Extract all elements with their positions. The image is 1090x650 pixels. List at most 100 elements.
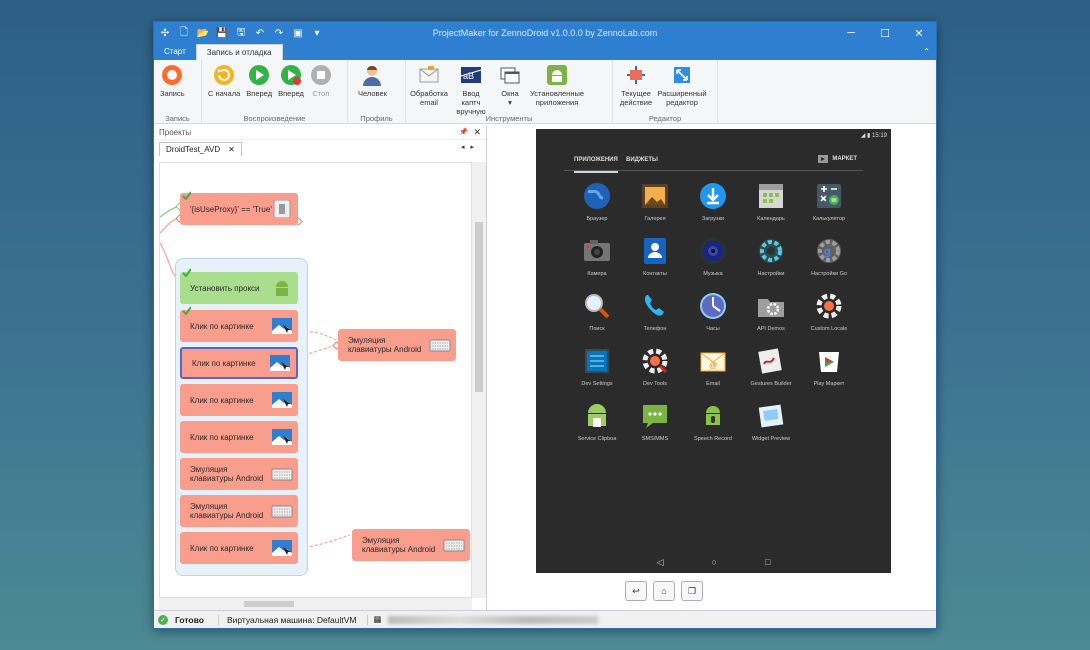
back-icon[interactable]: ◁: [657, 557, 664, 569]
app-settings[interactable]: Настройки: [742, 236, 800, 277]
vertical-scrollbar[interactable]: [472, 162, 486, 598]
tab-widgets[interactable]: ВИДЖЕТЫ: [626, 157, 658, 163]
scroll-thumb[interactable]: [475, 222, 483, 392]
device-time: 15:19: [871, 133, 887, 139]
app-label: Настройки: [757, 271, 785, 277]
app-phone[interactable]: Телефон: [626, 291, 684, 332]
app-music[interactable]: Музыка: [684, 236, 742, 277]
pin-icon[interactable]: 📌: [459, 128, 468, 136]
app-google-settings[interactable]: g Настройки Go: [800, 236, 858, 277]
undo-icon[interactable]: ↶: [252, 25, 268, 41]
app-sms[interactable]: SMS/MMS: [626, 401, 684, 442]
app-label: Телефон: [643, 326, 667, 332]
app-clock[interactable]: Часы: [684, 291, 742, 332]
horizontal-scrollbar[interactable]: [159, 598, 472, 610]
android-icon: [276, 281, 288, 296]
keyboard-emulation-action[interactable]: Эмуляция клавиатуры Android: [180, 458, 298, 490]
app-contacts[interactable]: Контакты: [626, 236, 684, 277]
dev-tools-icon: [640, 346, 670, 376]
click-image-action[interactable]: Клик по картинке: [180, 421, 298, 453]
app-camera[interactable]: Камера: [568, 236, 626, 277]
redo-icon[interactable]: ↷: [271, 25, 287, 41]
app-download[interactable]: Загрузки: [684, 181, 742, 222]
hw-home-icon[interactable]: ⌂: [653, 581, 675, 601]
tab-start[interactable]: Старт: [154, 44, 196, 60]
android-apps-icon: [546, 64, 568, 86]
maximize-button[interactable]: ☐: [868, 22, 902, 44]
app-dev-tools[interactable]: Dev Tools: [626, 346, 684, 387]
android-screen[interactable]: ◢ ▮ 15:19 ПРИЛОЖЕНИЯ ВИДЖЕТЫ МАРКЕТ Брау…: [536, 129, 891, 573]
new-file-icon[interactable]: 🗋: [176, 25, 192, 41]
app-logo-icon[interactable]: ✣: [157, 25, 173, 41]
click-image-action[interactable]: Клик по картинке: [180, 384, 298, 416]
app-play-store[interactable]: Play Маркет: [800, 346, 858, 387]
app-gallery[interactable]: Галерея: [626, 181, 684, 222]
keyboard-emulation-action[interactable]: Эмуляция клавиатуры Android: [180, 495, 298, 527]
scroll-thumb[interactable]: [244, 601, 294, 607]
expand-editor-icon: [671, 64, 693, 86]
app-calendar[interactable]: Календарь: [742, 181, 800, 222]
app-android-clipboard[interactable]: Service Clipboa: [568, 401, 626, 442]
window-icon[interactable]: ▣: [290, 25, 306, 41]
keyboard-icon: [271, 505, 293, 518]
keyboard-emulation-action[interactable]: Эмуляция клавиатуры Android: [338, 329, 456, 361]
app-label: SMS/MMS: [641, 436, 669, 442]
market-button[interactable]: МАРКЕТ: [818, 154, 857, 163]
tab-apps[interactable]: ПРИЛОЖЕНИЯ: [574, 157, 618, 173]
device-pane: ◢ ▮ 15:19 ПРИЛОЖЕНИЯ ВИДЖЕТЫ МАРКЕТ Брау…: [489, 126, 936, 610]
camera-icon: [582, 236, 612, 266]
group-tools: Обработка email aB Ввод каптч вручную Ок…: [406, 60, 613, 124]
image-click-icon: [272, 318, 292, 334]
close-pane-icon[interactable]: ✕: [473, 127, 481, 138]
group-record: Запись Запись: [154, 60, 202, 124]
app-dev-settings[interactable]: Dev Settings: [568, 346, 626, 387]
save-all-icon[interactable]: 🖫: [233, 25, 249, 41]
svg-text:g: g: [824, 246, 831, 258]
close-button[interactable]: ✕: [902, 22, 936, 44]
close-tab-icon[interactable]: ✕: [228, 145, 235, 154]
checkmark-icon: [182, 268, 191, 277]
app-window: ✣ 🗋 📂 💾 🖫 ↶ ↷ ▣ ▾ ProjectMaker for Zenno…: [153, 21, 937, 629]
condition-action[interactable]: '{isUseProxy}' == 'True': [180, 193, 298, 225]
app-search[interactable]: Поиск: [568, 291, 626, 332]
click-image-action[interactable]: Клик по картинке: [180, 532, 298, 564]
customize-toolbar-icon[interactable]: ▾: [309, 25, 325, 41]
projects-pane-title: Проекты: [159, 128, 192, 137]
tab-scroll-arrows[interactable]: ◂▸: [461, 143, 480, 151]
keyboard-icon: [271, 468, 293, 481]
click-image-action-selected[interactable]: Клик по картинке: [180, 347, 298, 379]
play-icon: [248, 64, 270, 86]
app-android-mic[interactable]: Speech Record: [684, 401, 742, 442]
action-group-container: [175, 258, 308, 576]
hw-back-icon[interactable]: ↩: [625, 581, 647, 601]
image-click-icon: [272, 429, 292, 445]
app-widget-preview[interactable]: Widget Preview: [742, 401, 800, 442]
app-email[interactable]: @ Email: [684, 346, 742, 387]
stop-icon: [310, 64, 332, 86]
group-profile: Человек Профиль: [348, 60, 406, 124]
project-canvas[interactable]: '{isUseProxy}' == 'True' Установить прок…: [159, 162, 472, 598]
tab-record-debug[interactable]: Запись и отладка: [195, 44, 283, 60]
click-image-action[interactable]: Клик по картинке: [180, 310, 298, 342]
save-icon[interactable]: 💾: [214, 25, 230, 41]
app-folder-gear[interactable]: API Demos: [742, 291, 800, 332]
project-tab[interactable]: DroidTest_AVD ✕: [159, 142, 242, 156]
hw-recents-icon[interactable]: ❐: [681, 581, 703, 601]
app-globe[interactable]: Браузер: [568, 181, 626, 222]
svg-text:@: @: [709, 361, 717, 370]
app-label: Музыка: [703, 271, 723, 277]
group-playback: С начала Вперед Вперед Стоп Воспроизведе…: [202, 60, 348, 124]
set-proxy-action[interactable]: Установить прокси: [180, 272, 298, 304]
app-gear-orange[interactable]: Custom Locale: [800, 291, 858, 332]
collapse-ribbon-icon[interactable]: ⌃: [923, 47, 930, 56]
gestures-icon: [756, 346, 786, 376]
app-gestures[interactable]: Gestures Builder: [742, 346, 800, 387]
home-icon[interactable]: ○: [712, 557, 717, 569]
recents-icon[interactable]: □: [765, 557, 770, 569]
open-folder-icon[interactable]: 📂: [195, 25, 211, 41]
ribbon-tabs: Старт Запись и отладка: [154, 44, 936, 60]
minimize-button[interactable]: ─: [834, 22, 868, 44]
app-calculator[interactable]: Калькулятор: [800, 181, 858, 222]
keyboard-emulation-action[interactable]: Эмуляция клавиатуры Android: [352, 529, 470, 561]
record-icon: [161, 64, 183, 86]
